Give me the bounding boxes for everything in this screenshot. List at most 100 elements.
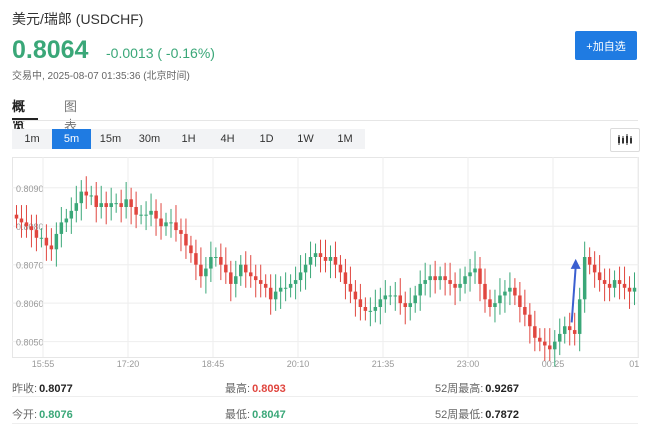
candle-body (154, 210, 158, 219)
candle-body (518, 295, 522, 307)
candle-body (239, 264, 243, 277)
candle-body (528, 314, 532, 327)
price-change: -0.0013 ( -0.16%) (106, 45, 215, 61)
candle-body (553, 341, 557, 350)
x-tick-label: 21:35 (372, 359, 395, 369)
y-tick-label: 0.8050 (16, 338, 44, 348)
candle-body (19, 218, 24, 223)
candle-body (104, 203, 108, 207)
candle-body (224, 264, 228, 273)
period-1w[interactable]: 1W (286, 129, 325, 149)
candle-body (278, 287, 283, 292)
period-1m[interactable]: 1m (12, 129, 52, 149)
candle-body (328, 257, 333, 261)
candle-body (498, 295, 502, 304)
candle-body (59, 222, 64, 234)
candle-body (493, 303, 497, 307)
candle-body (29, 226, 34, 231)
add-watchlist-button[interactable]: +加自选 (575, 31, 637, 60)
candle-body (363, 307, 368, 311)
candle-body (64, 218, 69, 223)
period-4h[interactable]: 4H (208, 129, 247, 149)
candle-body (293, 280, 298, 284)
candle-body (418, 283, 422, 296)
period-15m[interactable]: 15m (91, 129, 130, 149)
instrument-title: 美元/瑞郎 (USDCHF) (12, 11, 144, 27)
candle-body (298, 272, 303, 281)
candle-body (423, 280, 427, 284)
candle-body (244, 264, 248, 273)
candle-body (383, 295, 388, 300)
candle-body (413, 295, 417, 304)
price-chart[interactable]: 0.80900.80800.80700.80600.805015:5517:20… (12, 157, 647, 370)
candle-body (184, 233, 188, 246)
candle-body (149, 210, 153, 215)
candle-body (179, 230, 183, 234)
candle-body (483, 283, 487, 300)
stat-value: 0.8076 (39, 409, 73, 421)
stat-label: 最高: (225, 383, 251, 395)
x-tick-label: 18:45 (202, 359, 225, 369)
y-tick-label: 0.8090 (16, 184, 44, 194)
candle-body (229, 272, 233, 284)
period-1h[interactable]: 1H (169, 129, 208, 149)
period-1mo[interactable]: 1M (325, 129, 365, 149)
candle-body (74, 203, 79, 211)
candle-body (139, 214, 143, 216)
candlestick-chart-svg[interactable]: 0.80900.80800.80700.80600.805015:5517:20… (12, 157, 647, 370)
period-30m[interactable]: 30m (130, 129, 169, 149)
candle-body (214, 257, 218, 258)
candle-body (558, 333, 562, 342)
candle-body (597, 272, 602, 281)
candle-body (39, 237, 44, 239)
candle-body (538, 337, 542, 342)
candle-body (234, 276, 238, 284)
candle-body (99, 203, 103, 207)
candle-body (458, 283, 462, 288)
stat-open: 今开: 0.8076 (12, 406, 73, 422)
candle-body (164, 222, 168, 227)
period-5m[interactable]: 5m (52, 129, 91, 149)
candle-body (318, 253, 323, 257)
candle-body (443, 276, 447, 281)
y-tick-label: 0.8070 (16, 261, 44, 271)
stat-label: 52周最低: (435, 409, 484, 421)
candle-body (543, 341, 547, 346)
candle-body (209, 257, 213, 269)
current-price: 0.8064 (12, 36, 89, 64)
trading-status: 交易中, 2025-08-07 01:35:36 (北京时间) (12, 71, 190, 82)
candle-body (393, 295, 398, 297)
x-tick-label: 17:20 (117, 359, 140, 369)
candle-body (468, 272, 472, 277)
candle-body (473, 268, 477, 273)
candle-body (373, 307, 378, 311)
candle-body (533, 326, 537, 338)
candle-body (627, 287, 632, 292)
candle-body (69, 210, 74, 219)
candle-body (303, 264, 308, 273)
stat-52w-high: 52周最高: 0.9267 (435, 380, 519, 396)
period-1d[interactable]: 1D (247, 129, 286, 149)
x-tick-label: 01:5 (629, 359, 639, 369)
candle-body (353, 291, 358, 300)
candle-body (438, 276, 442, 281)
stat-52w-low: 52周最低: 0.7872 (435, 406, 519, 422)
stat-prev-close: 昨收: 0.8077 (12, 380, 73, 396)
candle-body (94, 195, 98, 207)
stats-divider (12, 396, 638, 397)
candle-body (428, 276, 432, 281)
candle-body (204, 268, 208, 277)
candle-body (84, 191, 89, 196)
candle-body (368, 310, 373, 312)
stat-label: 最低: (225, 409, 251, 421)
candle-body (273, 291, 278, 300)
candle-body (49, 245, 54, 250)
chart-type-toggle[interactable] (610, 128, 640, 152)
candle-body (109, 203, 113, 207)
candle-body (572, 330, 577, 334)
x-tick-label: 20:10 (287, 359, 310, 369)
candle-body (268, 287, 273, 300)
candle-body (567, 326, 572, 331)
candle-body (199, 264, 203, 277)
stat-value: 0.9267 (485, 383, 519, 395)
